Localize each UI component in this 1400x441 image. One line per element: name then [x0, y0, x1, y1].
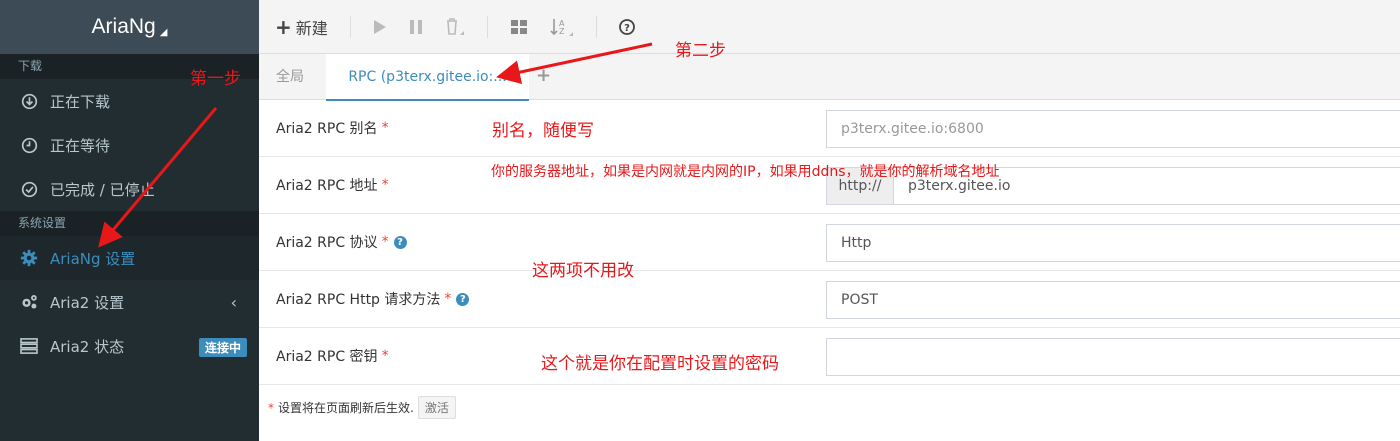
sidebar-item-aria2-settings[interactable]: Aria2 设置 ‹	[0, 280, 259, 324]
annotation-step1: 第一步	[190, 69, 241, 89]
secret-input[interactable]	[826, 338, 1400, 376]
activate-button[interactable]: 激活	[417, 396, 456, 419]
required-mark: *	[381, 348, 389, 364]
new-task-button[interactable]: + 新建	[275, 15, 328, 39]
download-circle-icon	[20, 92, 38, 110]
grid-icon	[510, 19, 527, 34]
sidebar-item-waiting[interactable]: 正在等待	[0, 123, 259, 167]
pause-button[interactable]	[409, 19, 423, 35]
select-all-button[interactable]	[510, 19, 528, 35]
clock-icon	[20, 136, 38, 154]
sort-button[interactable]: AZ	[550, 17, 574, 37]
toolbar-divider	[486, 15, 488, 38]
plus-icon: +	[275, 14, 292, 39]
setting-row-secret: Aria2 RPC 密钥 *	[259, 328, 1400, 385]
add-rpc-tab-icon[interactable]: +	[536, 54, 551, 100]
annotation-alias-hint: 别名，随便写	[492, 121, 594, 141]
sort-alpha-icon: AZ	[550, 18, 573, 36]
new-task-label: 新建	[295, 18, 328, 38]
help-circle-icon[interactable]: ?	[456, 292, 470, 306]
tab-global[interactable]: 全局	[276, 54, 304, 100]
alias-label: Aria2 RPC 别名	[276, 121, 378, 137]
server-icon	[20, 337, 38, 355]
setting-label: Aria2 RPC Http 请求方法 *?	[276, 271, 470, 327]
sidebar-item-label: 已完成 / 已停止	[50, 180, 155, 199]
settings-tabs: 全局 RPC (p3terx.gitee.io:... +	[259, 54, 1400, 101]
play-icon	[373, 19, 386, 34]
tab-rpc[interactable]: RPC (p3terx.gitee.io:...	[326, 54, 529, 101]
setting-row-protocol: Aria2 RPC 协议 *? Http	[259, 214, 1400, 271]
alias-input[interactable]: p3terx.gitee.io:6800	[826, 110, 1400, 148]
brand-caret-icon: ◢	[159, 26, 168, 38]
required-mark: *	[444, 291, 452, 307]
sidebar-item-label: 正在下载	[50, 92, 111, 111]
protocol-select[interactable]: Http	[826, 224, 1400, 262]
method-label: Aria2 RPC Http 请求方法	[276, 292, 441, 308]
help-icon: ?	[618, 18, 635, 35]
required-mark: *	[381, 177, 389, 193]
setting-label: Aria2 RPC 地址 *	[276, 157, 389, 213]
annotation-address-hint: 你的服务器地址，如果是内网就是内网的IP，如果用ddns，就是你的解析域名地址	[491, 164, 1000, 180]
required-mark: *	[268, 400, 274, 415]
help-button[interactable]: ?	[618, 18, 635, 35]
gear-icon	[20, 249, 38, 267]
sidebar-item-label: AriaNg 设置	[50, 249, 136, 268]
rpc-settings-form: Aria2 RPC 别名 * p3terx.gitee.io:6800 Aria2…	[259, 100, 1400, 385]
footer-note-text: 设置将在页面刷新后生效.	[278, 401, 414, 415]
svg-text:Z: Z	[559, 27, 565, 36]
setting-row-method: Aria2 RPC Http 请求方法 *? POST	[259, 271, 1400, 328]
protocol-label: Aria2 RPC 协议	[276, 235, 378, 251]
annotation-no-change: 这两项不用改	[532, 261, 634, 281]
chevron-left-icon: ‹	[230, 292, 237, 312]
address-label: Aria2 RPC 地址	[276, 178, 378, 194]
status-badge: 连接中	[198, 338, 247, 357]
delete-button[interactable]	[445, 17, 465, 36]
start-button[interactable]	[373, 19, 387, 35]
sidebar-item-ariang-settings[interactable]: AriaNg 设置	[0, 236, 259, 280]
method-select[interactable]: POST	[826, 281, 1400, 319]
gears-icon	[20, 293, 38, 311]
setting-label: Aria2 RPC 协议 *?	[276, 214, 407, 270]
pause-icon	[409, 19, 422, 34]
help-circle-icon[interactable]: ?	[393, 235, 407, 249]
trash-icon	[446, 17, 464, 35]
toolbar: + 新建 AZ ?	[259, 0, 1400, 54]
brand-title: AriaNg	[91, 15, 156, 38]
brand-logo[interactable]: AriaNg ◢	[0, 0, 259, 54]
annotation-step2: 第二步	[675, 41, 726, 61]
sidebar-item-label: Aria2 状态	[50, 337, 125, 356]
required-mark: *	[381, 234, 389, 250]
secret-label: Aria2 RPC 密钥	[276, 349, 378, 365]
section-header-settings: 系统设置	[0, 211, 259, 236]
setting-label: Aria2 RPC 密钥 *	[276, 328, 389, 384]
toolbar-divider	[349, 15, 351, 38]
svg-text:?: ?	[624, 23, 630, 34]
required-mark: *	[381, 120, 389, 136]
sidebar-item-label: 正在等待	[50, 136, 111, 155]
setting-label: Aria2 RPC 别名 *	[276, 100, 389, 156]
sidebar-item-label: Aria2 设置	[50, 293, 125, 312]
annotation-secret-hint: 这个就是你在配置时设置的密码	[541, 354, 779, 374]
setting-row-alias: Aria2 RPC 别名 * p3terx.gitee.io:6800	[259, 100, 1400, 157]
sidebar-item-aria2-status[interactable]: Aria2 状态 连接中	[0, 324, 259, 368]
settings-footer: * 设置将在页面刷新后生效. 激活	[268, 396, 456, 419]
sidebar-item-stopped[interactable]: 已完成 / 已停止	[0, 167, 259, 211]
toolbar-divider	[595, 15, 597, 38]
check-circle-icon	[20, 180, 38, 198]
